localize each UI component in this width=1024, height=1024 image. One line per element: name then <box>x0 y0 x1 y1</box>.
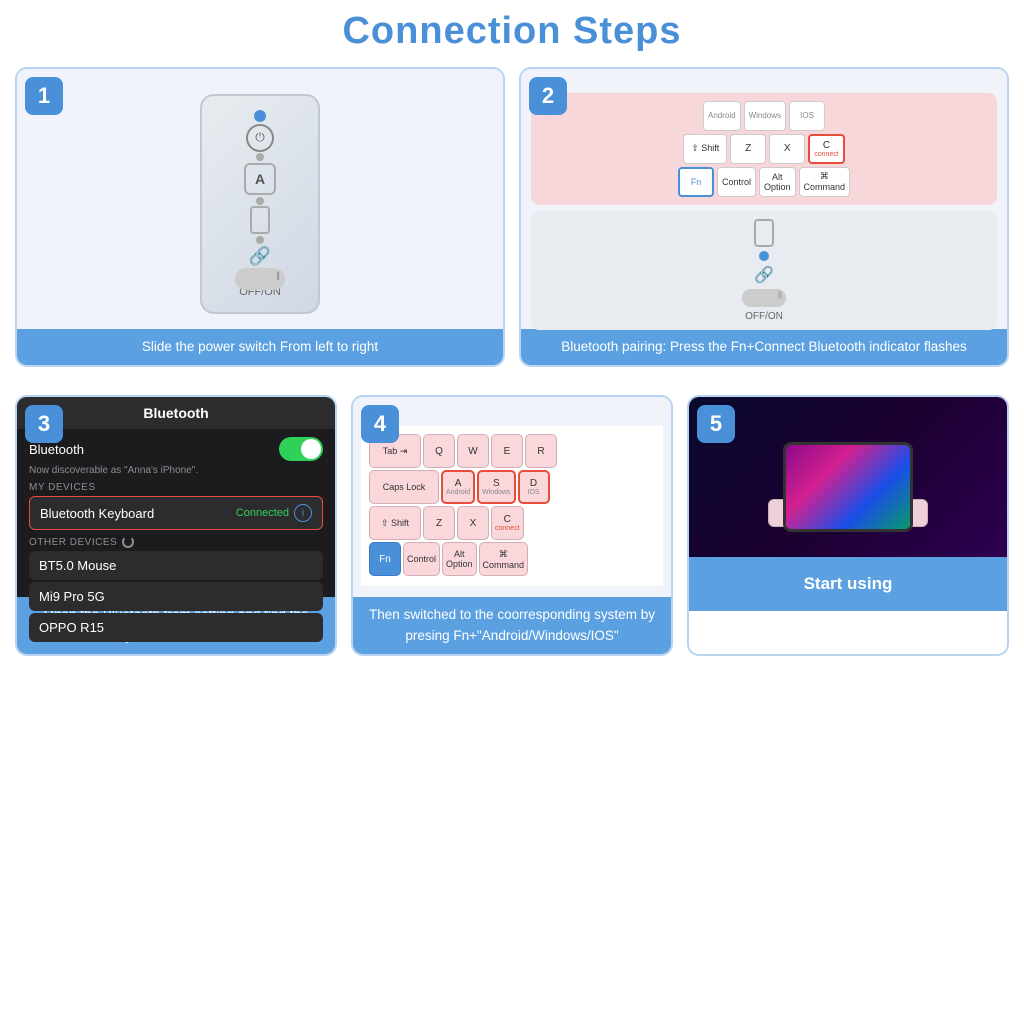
kb-row-fn: Fn Control AltOption ⌘Command <box>369 542 655 576</box>
kb-row-numbers: Tab ⇥ Q W E R <box>369 434 655 468</box>
step2-offon: OFF/ON <box>745 311 783 322</box>
device-gray-dot-3 <box>256 236 264 244</box>
bt-body: Bluetooth Now discoverable as "Anna's iP… <box>17 429 335 652</box>
step-3-card: 3 Bluetooth Bluetooth Now discoverable a… <box>15 395 337 656</box>
kb-key-windows: Windows <box>744 101 786 131</box>
bt-mouse-name: BT5.0 Mouse <box>39 558 116 573</box>
step-5-caption: Start using <box>689 557 1007 611</box>
page-title: Connection Steps <box>342 10 681 53</box>
kb-x: X <box>769 134 805 164</box>
kb-c2: Cconnect <box>491 506 524 540</box>
bluetooth-settings: Bluetooth Bluetooth Now discoverable as … <box>17 397 335 597</box>
device-blue-dot <box>254 110 266 122</box>
kb-shift-key: ⇧ Shift <box>369 506 421 540</box>
step-5-image: 5 <box>689 397 1007 557</box>
device-small-toggle: || <box>742 289 786 307</box>
device-small-link: 🔗 <box>754 265 774 285</box>
bt-mi9-row[interactable]: Mi9 Pro 5G <box>29 582 323 611</box>
bt-mi9-name: Mi9 Pro 5G <box>39 589 105 604</box>
bt-connected-status: Connected <box>236 507 289 519</box>
device-a-icon: A <box>244 163 276 195</box>
bt-discoverable-text: Now discoverable as "Anna's iPhone". <box>29 465 323 476</box>
kb-row-asdf: Caps Lock AAndroid SWindows DIOS <box>369 470 655 504</box>
step-3-number: 3 <box>25 405 63 443</box>
kb-option2: AltOption <box>442 542 477 576</box>
kb-key-android: Android <box>703 101 741 131</box>
step-2-card: 2 Android Windows IOS ⇧ Shift Z X Cconne… <box>519 67 1009 367</box>
bt-mouse-row[interactable]: BT5.0 Mouse <box>29 551 323 580</box>
kb-z2: Z <box>423 506 455 540</box>
kb-z: Z <box>730 134 766 164</box>
keyboard-full: Tab ⇥ Q W E R Caps Lock AAndroid SWindow… <box>361 426 663 586</box>
kb-q: Q <box>423 434 455 468</box>
device-small-phone <box>754 219 774 247</box>
bt-my-devices-label: MY DEVICES <box>29 482 323 493</box>
kb-row-os: Android Windows IOS <box>539 101 989 131</box>
step-4-image: 4 Tab ⇥ Q W E R Caps Lock AAndroid <box>353 397 671 597</box>
kb-c-connect: Cconnect <box>808 134 845 164</box>
bt-header: Bluetooth <box>17 397 335 429</box>
device-small-blue-dot <box>759 251 769 261</box>
bt-label: Bluetooth <box>29 442 84 457</box>
power-toggle <box>235 268 285 290</box>
step-4-caption: Then switched to the coorresponding syst… <box>353 597 671 654</box>
step-1-caption: Slide the power switch From left to righ… <box>17 329 503 365</box>
bt-oppo-name: OPPO R15 <box>39 620 104 635</box>
kb-control: Control <box>717 167 756 197</box>
kb-s: SWindows <box>477 470 515 504</box>
kb-row-3: Fn Control AltOption ⌘Command <box>539 167 989 197</box>
kb-command2: ⌘Command <box>479 542 529 576</box>
kb-x2: X <box>457 506 489 540</box>
bt-spinner-icon <box>122 536 134 548</box>
step2-keyboard-top: Android Windows IOS ⇧ Shift Z X Cconnect… <box>531 93 997 205</box>
device-gray-dot-2 <box>256 197 264 205</box>
step-2-number: 2 <box>529 77 567 115</box>
step-5-number: 5 <box>697 405 735 443</box>
step-2-image: 2 Android Windows IOS ⇧ Shift Z X Cconne… <box>521 69 1007 329</box>
step-5-card: 5 Start using <box>687 395 1009 656</box>
kb-fn-key: Fn <box>369 542 401 576</box>
bt-other-devices-label: OTHER DEVICES <box>29 536 323 548</box>
step-2-caption: Bluetooth pairing: Press the Fn+Connect … <box>521 329 1007 365</box>
kb-a: AAndroid <box>441 470 475 504</box>
step-4-card: 4 Tab ⇥ Q W E R Caps Lock AAndroid <box>351 395 673 656</box>
kb-row-zxc: ⇧ Shift Z X Cconnect <box>369 506 655 540</box>
device-phone-icon <box>250 206 270 234</box>
bt-toggle-switch[interactable] <box>279 437 323 461</box>
step2-device-bottom: 🔗 || OFF/ON <box>531 211 997 330</box>
power-button-icon: ⏻ <box>246 124 274 152</box>
device-illustration: ⏻ A 🔗 OFF/ON <box>200 94 320 314</box>
step-3-image: 3 Bluetooth Bluetooth Now discoverable a… <box>17 397 335 597</box>
step-4-number: 4 <box>361 405 399 443</box>
kb-shift: ⇧ Shift <box>683 134 727 164</box>
bt-keyboard-name: Bluetooth Keyboard <box>40 506 154 521</box>
kb-e: E <box>491 434 523 468</box>
kb-w: W <box>457 434 489 468</box>
bt-toggle-row: Bluetooth <box>29 437 323 461</box>
kb-fn-highlight: Fn <box>678 167 714 197</box>
step-1-image: 1 ⏻ A 🔗 OFF/ON <box>17 69 503 329</box>
kb-d: DIOS <box>518 470 550 504</box>
kb-command: ⌘Command <box>799 167 851 197</box>
step-1-number: 1 <box>25 77 63 115</box>
tablet-device <box>783 442 913 532</box>
kb-row-2: ⇧ Shift Z X Cconnect <box>539 134 989 164</box>
bt-oppo-row[interactable]: OPPO R15 <box>29 613 323 642</box>
step-1-card: 1 ⏻ A 🔗 OFF/ON Slide the power switch Fr… <box>15 67 505 367</box>
kb-caps-lock: Caps Lock <box>369 470 439 504</box>
bt-keyboard-row[interactable]: Bluetooth Keyboard Connected i <box>29 496 323 530</box>
device-group <box>783 442 913 532</box>
tablet-screen <box>786 445 910 529</box>
kb-control2: Control <box>403 542 440 576</box>
bt-info-icon[interactable]: i <box>294 504 312 522</box>
kb-r: R <box>525 434 557 468</box>
device-gray-dot-1 <box>256 153 264 161</box>
kb-key-ios: IOS <box>789 101 825 131</box>
kb-option: AltOption <box>759 167 796 197</box>
device-link-icon: 🔗 <box>249 246 271 267</box>
